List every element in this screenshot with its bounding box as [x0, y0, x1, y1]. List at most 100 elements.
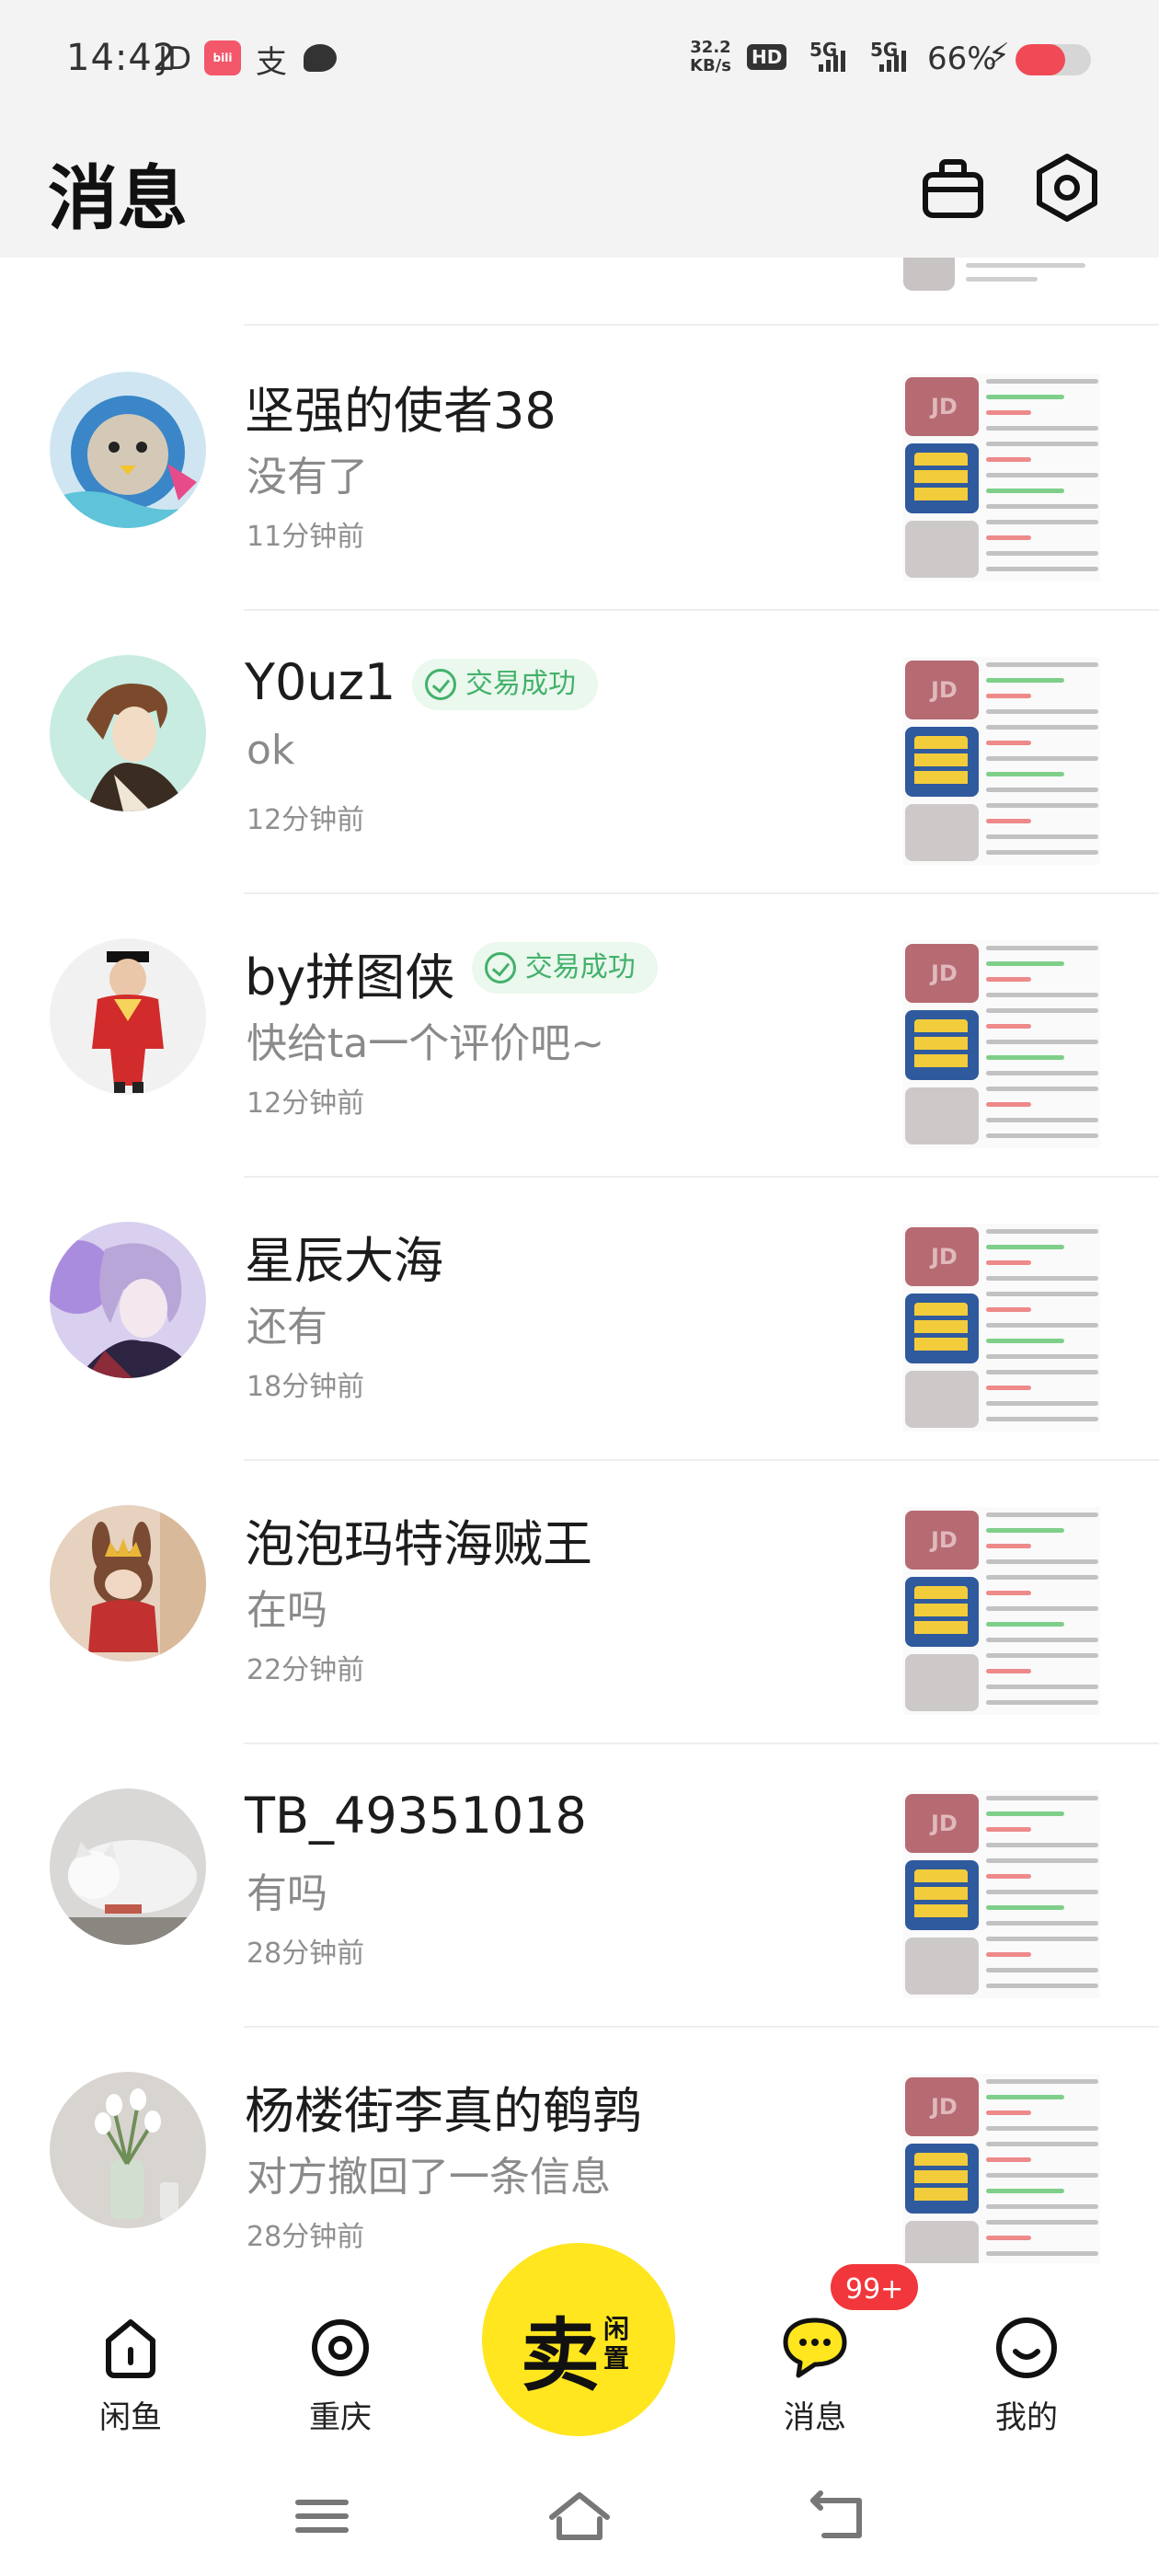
contact-name: TB_49351018 [245, 1787, 587, 1845]
product-image [905, 1227, 979, 1286]
product-thumbnail[interactable] [903, 1224, 1100, 1432]
product-thumbnail [903, 258, 955, 291]
list-item[interactable]: by拼图侠 交易成功 快给ta一个评价吧~ 12分钟前 [0, 894, 1159, 1178]
settings-icon [1037, 154, 1097, 222]
avatar[interactable] [50, 372, 206, 528]
unread-count-badge: 99+ [828, 2261, 922, 2313]
message-preview: 对方撤回了一条信息 [247, 2154, 611, 2201]
menu-icon [295, 2500, 349, 2533]
settings-button[interactable] [1030, 151, 1104, 224]
status-bar: 14:42 JD bili 支 32.2 KB/s HD 5G 5G 66% ⚡ [0, 0, 1159, 120]
contact-name: by拼图侠 [245, 949, 455, 1006]
message-preview: 在吗 [247, 1587, 327, 1634]
signal-bars-1-icon [819, 46, 845, 72]
cat-avatar [50, 1788, 206, 1945]
avatar[interactable] [50, 1505, 206, 1662]
product-image [905, 443, 979, 513]
toy-figure-avatar [50, 1505, 206, 1662]
check-circle-icon [425, 669, 456, 700]
message-icon [783, 2317, 847, 2378]
back-icon [810, 2490, 862, 2538]
sell-sub-label: 闲置 [603, 2314, 630, 2374]
anime-boy-avatar [50, 655, 206, 811]
red-figure-avatar [50, 938, 206, 1095]
contact-name: Y0uz1 [245, 653, 396, 711]
list-item-partial[interactable] [0, 258, 1159, 324]
avatar[interactable] [50, 1788, 206, 1945]
message-time: 12分钟前 [247, 804, 365, 836]
product-image [905, 2221, 979, 2263]
trade-success-label: 交易成功 [524, 951, 636, 983]
seal-avatar [50, 372, 206, 528]
message-preview: 快给ta一个评价吧~ [247, 1020, 605, 1067]
tab-location-label: 重庆 [309, 2399, 372, 2436]
list-item[interactable]: 杨楼街李真的鹌鹑 对方撤回了一条信息 28分钟前 [0, 2028, 1159, 2263]
product-image [905, 1087, 979, 1144]
battery-percent: 66% [927, 40, 997, 77]
tab-location[interactable]: 重庆 [267, 2309, 414, 2437]
home-nav-button[interactable] [543, 2484, 616, 2548]
product-thumbnail[interactable] [903, 1790, 1100, 1998]
avatar[interactable] [50, 655, 206, 811]
product-image [905, 1577, 979, 1647]
product-image [905, 2144, 979, 2214]
anime-purple-avatar [50, 1222, 206, 1378]
list-item[interactable]: Y0uz1 交易成功 ok 12分钟前 [0, 611, 1159, 894]
message-time: 28分钟前 [247, 2221, 365, 2253]
product-image [905, 1010, 979, 1080]
message-time: 18分钟前 [247, 1371, 365, 1403]
avatar[interactable] [50, 938, 206, 1095]
tab-messages[interactable]: 消息 [741, 2309, 889, 2437]
product-image [905, 2077, 979, 2136]
contact-name: 星辰大海 [245, 1232, 443, 1290]
product-image [905, 1294, 979, 1363]
alipay-icon: 支 [256, 44, 287, 81]
product-image [905, 727, 979, 797]
product-thumbnail[interactable] [903, 374, 1100, 581]
bag-button[interactable] [916, 151, 990, 224]
message-preview: 没有了 [247, 454, 368, 500]
product-image [905, 804, 979, 861]
trade-success-badge: 交易成功 [471, 942, 658, 994]
product-image [905, 377, 979, 436]
tab-home[interactable]: 闲鱼 [57, 2309, 204, 2437]
bottom-tab-bar: 闲鱼 重庆 卖 闲置 消息 99+ 我的 [0, 2243, 1159, 2456]
chat-notification-icon [304, 44, 337, 72]
conversation-list[interactable]: 坚强的使者38 没有了 11分钟前 Y0uz1 交易成功 ok 12分钟前 by拼图侠 交易成功… [0, 258, 1159, 2263]
message-preview: 还有 [247, 1304, 327, 1351]
product-thumbnail[interactable] [903, 657, 1100, 865]
contact-name: 泡泡玛特海贼王 [245, 1515, 592, 1573]
battery-fill [1016, 44, 1066, 75]
list-item[interactable]: TB_49351018 有吗 28分钟前 [0, 1744, 1159, 2028]
list-item[interactable]: 星辰大海还有 18分钟前 [0, 1178, 1159, 1461]
product-image [905, 944, 979, 1003]
location-icon [312, 2319, 369, 2376]
recent-apps-button[interactable] [285, 2484, 359, 2548]
product-image [905, 1654, 979, 1711]
avatar[interactable] [50, 1222, 206, 1378]
avatar[interactable] [50, 2072, 206, 2228]
bag-icon [923, 159, 983, 218]
product-thumbnail[interactable] [903, 1507, 1100, 1715]
trade-success-label: 交易成功 [465, 668, 576, 700]
product-image [905, 521, 979, 578]
product-thumbnail[interactable] [903, 2074, 1100, 2263]
network-speed: 32.2 KB/s [690, 39, 731, 75]
product-thumbnail[interactable] [903, 940, 1100, 1148]
list-item[interactable]: 泡泡玛特海贼王 在吗 22分钟前 [0, 1461, 1159, 1744]
tab-me[interactable]: 我的 [953, 2309, 1100, 2437]
network-speed-value: 32.2 [690, 38, 731, 57]
signal-bars-2-icon [879, 46, 906, 72]
check-circle-icon [484, 952, 516, 983]
product-image [905, 1860, 979, 1930]
status-carrier: JD [158, 40, 192, 77]
back-nav-button[interactable] [802, 2484, 876, 2548]
home-icon [106, 2319, 155, 2378]
product-image [905, 1794, 979, 1853]
page-header: 消息 [0, 120, 1159, 258]
list-item[interactable]: 坚强的使者38 没有了 11分钟前 [0, 328, 1159, 611]
sell-button[interactable]: 卖 闲置 [482, 2243, 675, 2436]
charging-icon: ⚡ [988, 37, 1010, 74]
product-image [905, 1511, 979, 1570]
system-nav-bar [0, 2456, 1159, 2576]
